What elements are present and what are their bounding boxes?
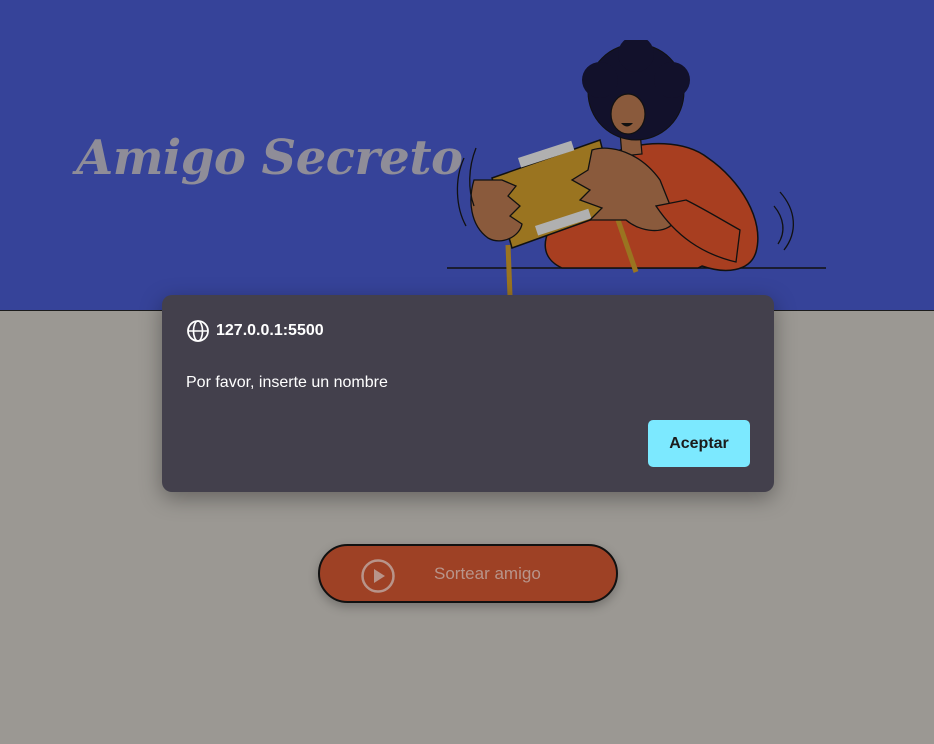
alert-dialog: 127.0.0.1:5500 Por favor, inserte un nom… [162, 295, 774, 492]
person-holding-gift-illustration [447, 40, 826, 297]
draw-friend-label: Sortear amigo [434, 564, 541, 583]
play-circle-icon [361, 559, 395, 593]
dialog-origin-text: 127.0.0.1:5500 [216, 322, 324, 339]
dialog-origin: 127.0.0.1:5500 [186, 319, 324, 343]
draw-friend-button[interactable]: Sortear amigo [318, 544, 618, 603]
accept-button[interactable]: Aceptar [648, 420, 750, 467]
header-banner: Amigo Secreto [0, 0, 934, 311]
dialog-message: Por favor, inserte un nombre [186, 374, 388, 391]
page-title: Amigo Secreto [76, 130, 463, 186]
globe-icon [187, 320, 209, 342]
